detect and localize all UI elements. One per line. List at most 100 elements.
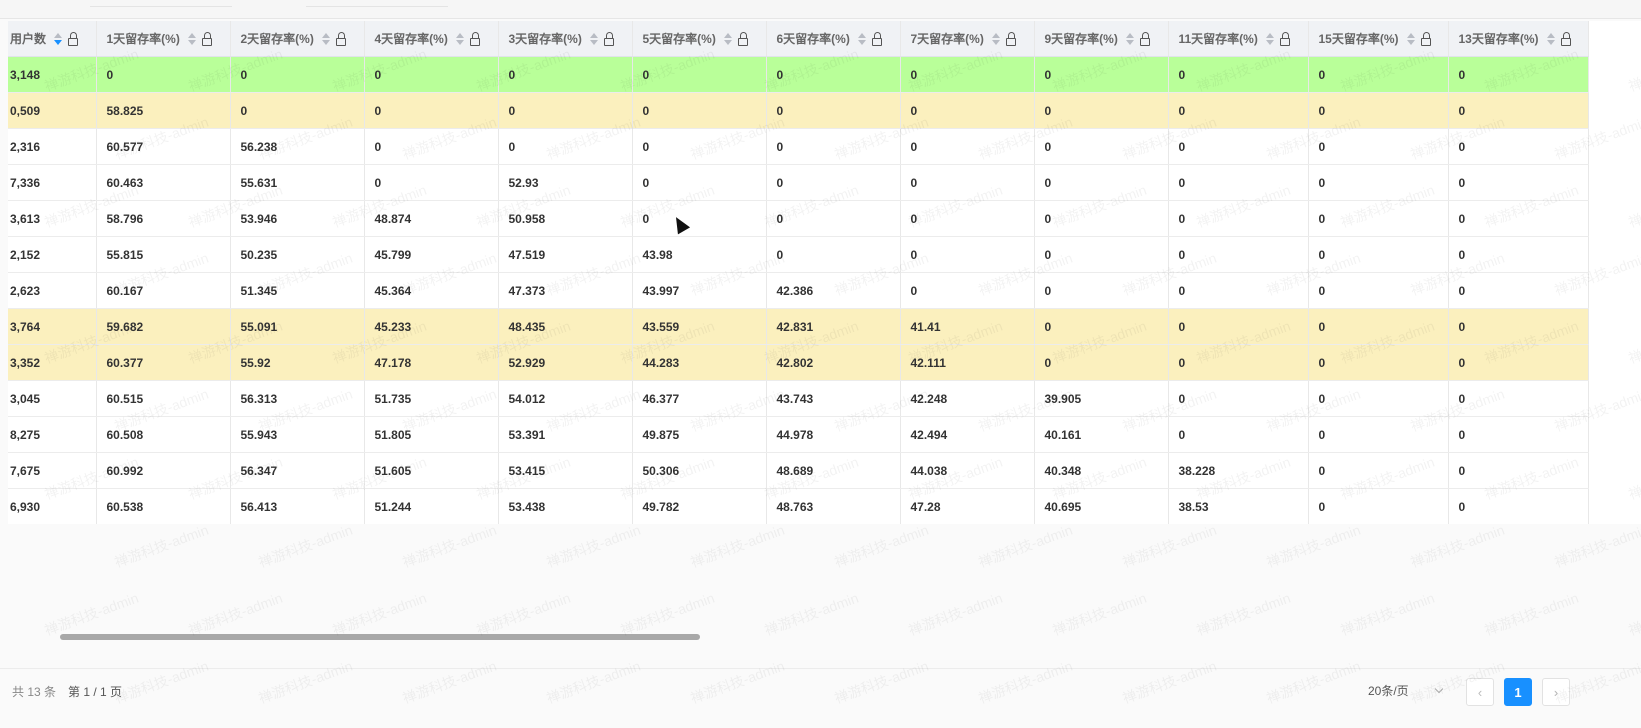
column-header-inner: 3天留存率(%) [509, 30, 615, 47]
sort-icon[interactable] [1125, 32, 1134, 45]
table-cell: 0 [766, 128, 901, 165]
chevron-down-icon [1434, 684, 1444, 693]
table-cell: 53.415 [498, 452, 633, 489]
table-cell: 48.689 [766, 452, 901, 489]
table-row[interactable]: 0,509 58.825 0 0 0 0 0 0 0 0 0 0 [8, 92, 1589, 129]
column-header[interactable]: 2天留存率(%) [230, 21, 365, 57]
sort-descending-icon [1546, 39, 1555, 45]
table-row[interactable]: 7,675 60.992 56.347 51.605 53.415 50.306 48.68… [8, 452, 1589, 489]
lock-icon[interactable] [1005, 32, 1017, 46]
table-cell: 0 [1308, 308, 1449, 345]
lock-icon[interactable] [68, 32, 79, 46]
table-row[interactable]: 8,275 60.508 55.943 51.805 53.391 49.875 44.97… [8, 416, 1589, 453]
table-cell: 0 [766, 56, 901, 93]
lock-icon[interactable] [1420, 32, 1432, 46]
table-row[interactable]: 6,930 60.538 56.413 51.244 53.438 49.782 48.76… [8, 488, 1589, 524]
column-header[interactable]: 5天留存率(%) [632, 21, 767, 57]
lock-icon[interactable] [1279, 32, 1291, 46]
table-row[interactable]: 3,613 58.796 53.946 48.874 50.958 0 0 0 0 0 0 0 [8, 200, 1589, 237]
sort-descending-icon [857, 39, 866, 45]
table-cell: 0 [1034, 56, 1169, 93]
table-header-row: 用户数 1天留存率(%) 2天留存率(%) 4天留存率(%) 3天留存率(%) 5天留存率… [8, 21, 1589, 57]
table-cell: 0 [1168, 380, 1309, 417]
table-row[interactable]: 2,152 55.815 50.235 45.799 47.519 43.98 0 0 0 0 0 0 [8, 236, 1589, 273]
table-row[interactable]: 3,352 60.377 55.92 47.178 52.929 44.283 42.802… [8, 344, 1589, 381]
sort-icon[interactable] [723, 32, 732, 45]
watermark-text: 禅游科技-admin [1551, 521, 1641, 571]
column-header[interactable]: 6天留存率(%) [766, 21, 901, 57]
table-cell: 56.413 [230, 488, 365, 524]
lock-icon[interactable] [871, 32, 883, 46]
table-row[interactable]: 2,623 60.167 51.345 45.364 47.373 43.997 42.38… [8, 272, 1589, 309]
table-cell: 51.735 [364, 380, 499, 417]
lock-icon[interactable] [1139, 32, 1151, 46]
table-cell: 45.799 [364, 236, 499, 273]
sort-icon[interactable] [857, 32, 866, 45]
column-header-inner: 9天留存率(%) [1045, 30, 1151, 47]
column-header-label: 9天留存率(%) [1044, 32, 1118, 46]
lock-icon[interactable] [335, 32, 347, 46]
column-header[interactable]: 7天留存率(%) [900, 21, 1035, 57]
table-row[interactable]: 2,316 60.577 56.238 0 0 0 0 0 0 0 0 0 [8, 128, 1589, 165]
column-header[interactable]: 4天留存率(%) [364, 21, 499, 57]
table-cell: 3,045 [8, 380, 97, 417]
table-cell: 39.905 [1034, 380, 1169, 417]
column-header[interactable]: 11天留存率(%) [1168, 21, 1309, 57]
column-header[interactable]: 1天留存率(%) [96, 21, 231, 57]
sort-icon[interactable] [54, 32, 63, 45]
lock-icon[interactable] [603, 32, 615, 46]
sort-ascending-icon [54, 32, 63, 38]
lock-icon[interactable] [201, 32, 213, 46]
table-cell: 42.248 [900, 380, 1035, 417]
table-cell: 0 [1168, 200, 1309, 237]
table-cell: 0 [632, 200, 767, 237]
total-count: 共 13 条 [12, 685, 57, 699]
sort-icon[interactable] [991, 32, 1000, 45]
pagination-bar: 共 13 条 第 1 / 1 页 20条/页 ‹ 1 › [0, 668, 1641, 728]
table-cell: 0 [364, 164, 499, 201]
table-cell: 0 [364, 92, 499, 129]
sort-icon[interactable] [187, 32, 196, 45]
filter-input-underline[interactable] [90, 6, 232, 7]
column-header-inner: 15天留存率(%) [1319, 30, 1432, 47]
next-page-button[interactable]: › [1542, 678, 1570, 706]
page-size-select[interactable]: 20条/页 [1360, 679, 1450, 701]
table-cell: 8,275 [8, 416, 97, 453]
table-cell: 42.386 [766, 272, 901, 309]
table-cell: 0 [1034, 236, 1169, 273]
sort-icon[interactable] [1546, 32, 1555, 45]
horizontal-scrollbar[interactable] [8, 632, 1641, 642]
table-row[interactable]: 7,336 60.463 55.631 0 52.93 0 0 0 0 0 0 0 [8, 164, 1589, 201]
column-header[interactable]: 15天留存率(%) [1308, 21, 1449, 57]
column-header[interactable]: 用户数 [8, 21, 97, 57]
sort-icon[interactable] [455, 32, 464, 45]
column-header[interactable]: 13天留存率(%) [1448, 21, 1589, 57]
page-1-button[interactable]: 1 [1504, 678, 1532, 706]
sort-ascending-icon [187, 32, 196, 38]
table-cell: 0 [900, 200, 1035, 237]
table-cell: 0 [364, 128, 499, 165]
table-cell: 58.796 [96, 200, 231, 237]
column-header-label: 5天留存率(%) [642, 32, 716, 46]
column-header-inner: 11天留存率(%) [1179, 30, 1291, 47]
prev-page-button[interactable]: ‹ [1466, 678, 1494, 706]
column-header-label: 4天留存率(%) [374, 32, 448, 46]
sort-icon[interactable] [1265, 32, 1274, 45]
filter-input-underline[interactable] [306, 6, 448, 7]
lock-icon[interactable] [1560, 32, 1572, 46]
sort-icon[interactable] [589, 32, 598, 45]
table-cell: 48.763 [766, 488, 901, 524]
sort-icon[interactable] [1406, 32, 1415, 45]
table-row[interactable]: 3,045 60.515 56.313 51.735 54.012 46.377 43.74… [8, 380, 1589, 417]
table-cell: 44.038 [900, 452, 1035, 489]
table-row[interactable]: 3,764 59.682 55.091 45.233 48.435 43.559 42.83… [8, 308, 1589, 345]
lock-icon[interactable] [469, 32, 481, 46]
column-header[interactable]: 3天留存率(%) [498, 21, 633, 57]
lock-icon[interactable] [737, 32, 749, 46]
table-cell: 52.929 [498, 344, 633, 381]
sort-icon[interactable] [321, 32, 330, 45]
table-cell: 60.992 [96, 452, 231, 489]
scrollbar-thumb[interactable] [60, 634, 700, 640]
column-header[interactable]: 9天留存率(%) [1034, 21, 1169, 57]
table-row[interactable]: 3,148 0 0 0 0 0 0 0 0 0 0 0 [8, 56, 1589, 93]
